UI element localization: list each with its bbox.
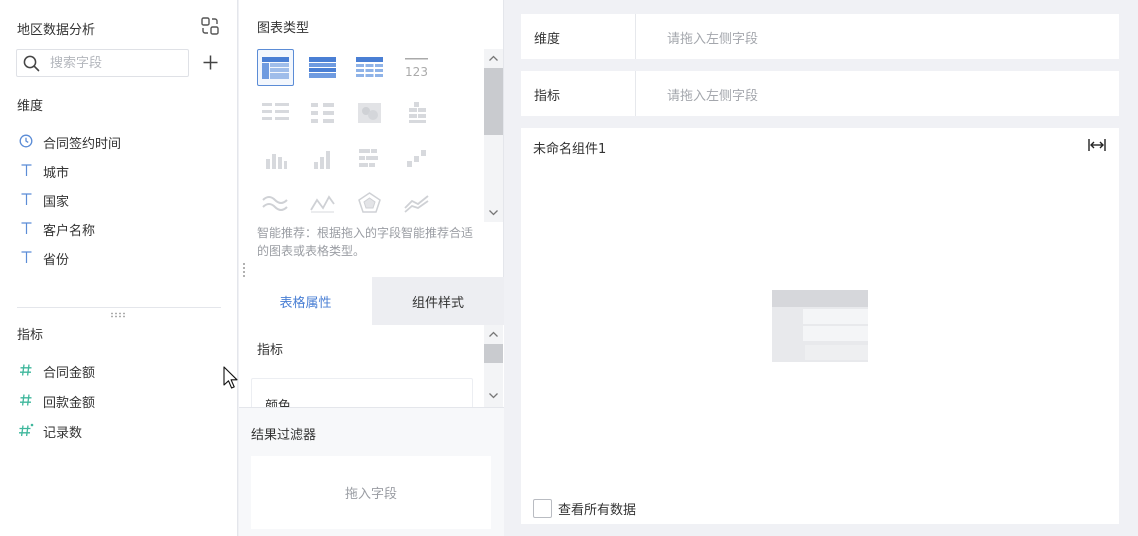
text-type-icon: [18, 249, 34, 265]
chart-type-title: 图表类型: [257, 21, 310, 36]
text-type-icon: [18, 191, 34, 207]
column-chart-icon[interactable]: [257, 139, 294, 176]
dimension-label: 国家: [43, 195, 70, 210]
view-all-data-toggle[interactable]: 查看所有数据: [533, 498, 636, 518]
scrollbar-thumb[interactable]: [484, 68, 503, 135]
dimension-item-country[interactable]: 国家: [0, 185, 238, 214]
chart-type-grid: 123: [255, 49, 483, 221]
dimension-label: 客户名称: [43, 224, 96, 239]
shelf-divider: [635, 71, 636, 116]
svg-text:123: 123: [405, 65, 428, 79]
dimension-label: 省份: [43, 253, 70, 268]
text-type-icon: [18, 162, 34, 178]
drag-handle-icon[interactable]: [110, 312, 126, 318]
dimension-shelf-label: 维度: [534, 32, 561, 47]
cross-table-icon[interactable]: [351, 49, 388, 86]
filter-drop-zone[interactable]: 拖入字段: [251, 456, 491, 529]
switch-dataset-icon[interactable]: [200, 16, 220, 36]
chart-type-scrollbar[interactable]: [484, 49, 503, 222]
scroll-up-icon[interactable]: [488, 53, 499, 64]
dimension-list: 合同签约时间 城市 国家 客户名称 省份: [0, 127, 238, 272]
dimension-label: 合同签约时间: [43, 137, 122, 152]
metric-item-contract-amount[interactable]: 合同金额: [0, 356, 238, 386]
table-variant-b-icon[interactable]: [304, 94, 341, 131]
scrollbar-thumb[interactable]: [484, 344, 503, 363]
view-all-checkbox[interactable]: [533, 498, 552, 518]
empty-table-placeholder-icon: [772, 290, 868, 362]
record-count-icon: [18, 422, 34, 438]
heatmap-icon[interactable]: [351, 94, 388, 131]
kpi-number-icon[interactable]: 123: [398, 49, 435, 86]
canvas-area: 维度 请拖入左侧字段 指标 请拖入左侧字段 未命名组件1 查看所有数据: [505, 0, 1138, 536]
search-input[interactable]: [50, 54, 184, 73]
table-variant-a-icon[interactable]: [257, 94, 294, 131]
field-panel: 地区数据分析 维度 合同签约时间 城市: [0, 0, 238, 536]
metric-shelf[interactable]: 指标 请拖入左侧字段: [521, 71, 1119, 116]
text-type-icon: [18, 220, 34, 236]
panel-divider: [17, 307, 221, 308]
metric-item-record-count[interactable]: 记录数: [0, 416, 238, 446]
grouped-table-icon[interactable]: [257, 49, 294, 86]
dataset-title: 地区数据分析: [17, 23, 96, 38]
property-content: 指标 颜色: [239, 325, 504, 407]
add-field-icon[interactable]: [202, 54, 219, 71]
resize-grip-icon[interactable]: [242, 262, 246, 278]
metric-label: 记录数: [43, 426, 83, 441]
result-filter-title: 结果过滤器: [251, 428, 317, 443]
table-variant-c-icon[interactable]: [398, 94, 435, 131]
metric-property-label: 指标: [257, 343, 284, 358]
dimension-item-customer[interactable]: 客户名称: [0, 214, 238, 243]
scroll-up-icon[interactable]: [488, 329, 499, 340]
scatter-step-icon[interactable]: [398, 139, 435, 176]
number-type-icon: [18, 362, 34, 378]
line-chart-icon[interactable]: [304, 184, 341, 221]
dimension-item-contract-time[interactable]: 合同签约时间: [0, 127, 238, 156]
detail-table-icon[interactable]: [304, 49, 341, 86]
dimension-item-city[interactable]: 城市: [0, 156, 238, 185]
multi-line-icon[interactable]: [398, 184, 435, 221]
dimension-shelf-placeholder: 请拖入左侧字段: [667, 32, 759, 47]
metric-section-label: 指标: [17, 328, 44, 343]
scroll-down-icon[interactable]: [488, 390, 499, 401]
metric-list: 合同金额 回款金额 记录数: [0, 356, 238, 446]
dimension-label: 城市: [43, 166, 70, 181]
search-icon: [23, 55, 40, 72]
color-setting-label: 颜色: [265, 399, 292, 407]
property-scrollbar[interactable]: [484, 325, 503, 407]
component-preview: 未命名组件1 查看所有数据: [521, 128, 1119, 524]
scroll-down-icon[interactable]: [488, 207, 499, 218]
dimension-item-province[interactable]: 省份: [0, 243, 238, 272]
config-panel: 图表类型 123 智能推荐：根据拖入的字段智能推荐合适的图表或表格类型。 表格属…: [239, 0, 504, 536]
metric-label: 合同金额: [43, 366, 96, 381]
smart-recommend-hint: 智能推荐：根据拖入的字段智能推荐合适的图表或表格类型。: [257, 226, 474, 258]
dimension-shelf[interactable]: 维度 请拖入左侧字段: [521, 14, 1119, 59]
color-setting-card[interactable]: 颜色: [251, 378, 473, 407]
metric-shelf-placeholder: 请拖入左侧字段: [667, 89, 759, 104]
number-type-icon: [18, 392, 34, 408]
view-all-label: 查看所有数据: [558, 502, 637, 518]
property-tabs: 表格属性 组件样式: [239, 277, 504, 325]
dimension-section-label: 维度: [17, 99, 44, 114]
mouse-cursor-icon: [223, 366, 238, 389]
clock-icon: [18, 133, 34, 149]
metric-shelf-label: 指标: [534, 89, 561, 104]
fit-width-icon[interactable]: [1088, 138, 1106, 152]
stacked-bar-icon[interactable]: [351, 139, 388, 176]
tab-table-properties[interactable]: 表格属性: [239, 277, 372, 325]
shelf-divider: [635, 14, 636, 59]
radar-chart-icon[interactable]: [351, 184, 388, 221]
search-field[interactable]: [16, 49, 189, 77]
area-wave-icon[interactable]: [257, 184, 294, 221]
metric-label: 回款金额: [43, 396, 96, 411]
component-title[interactable]: 未命名组件1: [533, 138, 606, 157]
bar-ascending-icon[interactable]: [304, 139, 341, 176]
tab-component-style[interactable]: 组件样式: [372, 277, 504, 325]
result-filter-section: 结果过滤器 拖入字段: [239, 407, 504, 536]
metric-item-payment-amount[interactable]: 回款金额: [0, 386, 238, 416]
